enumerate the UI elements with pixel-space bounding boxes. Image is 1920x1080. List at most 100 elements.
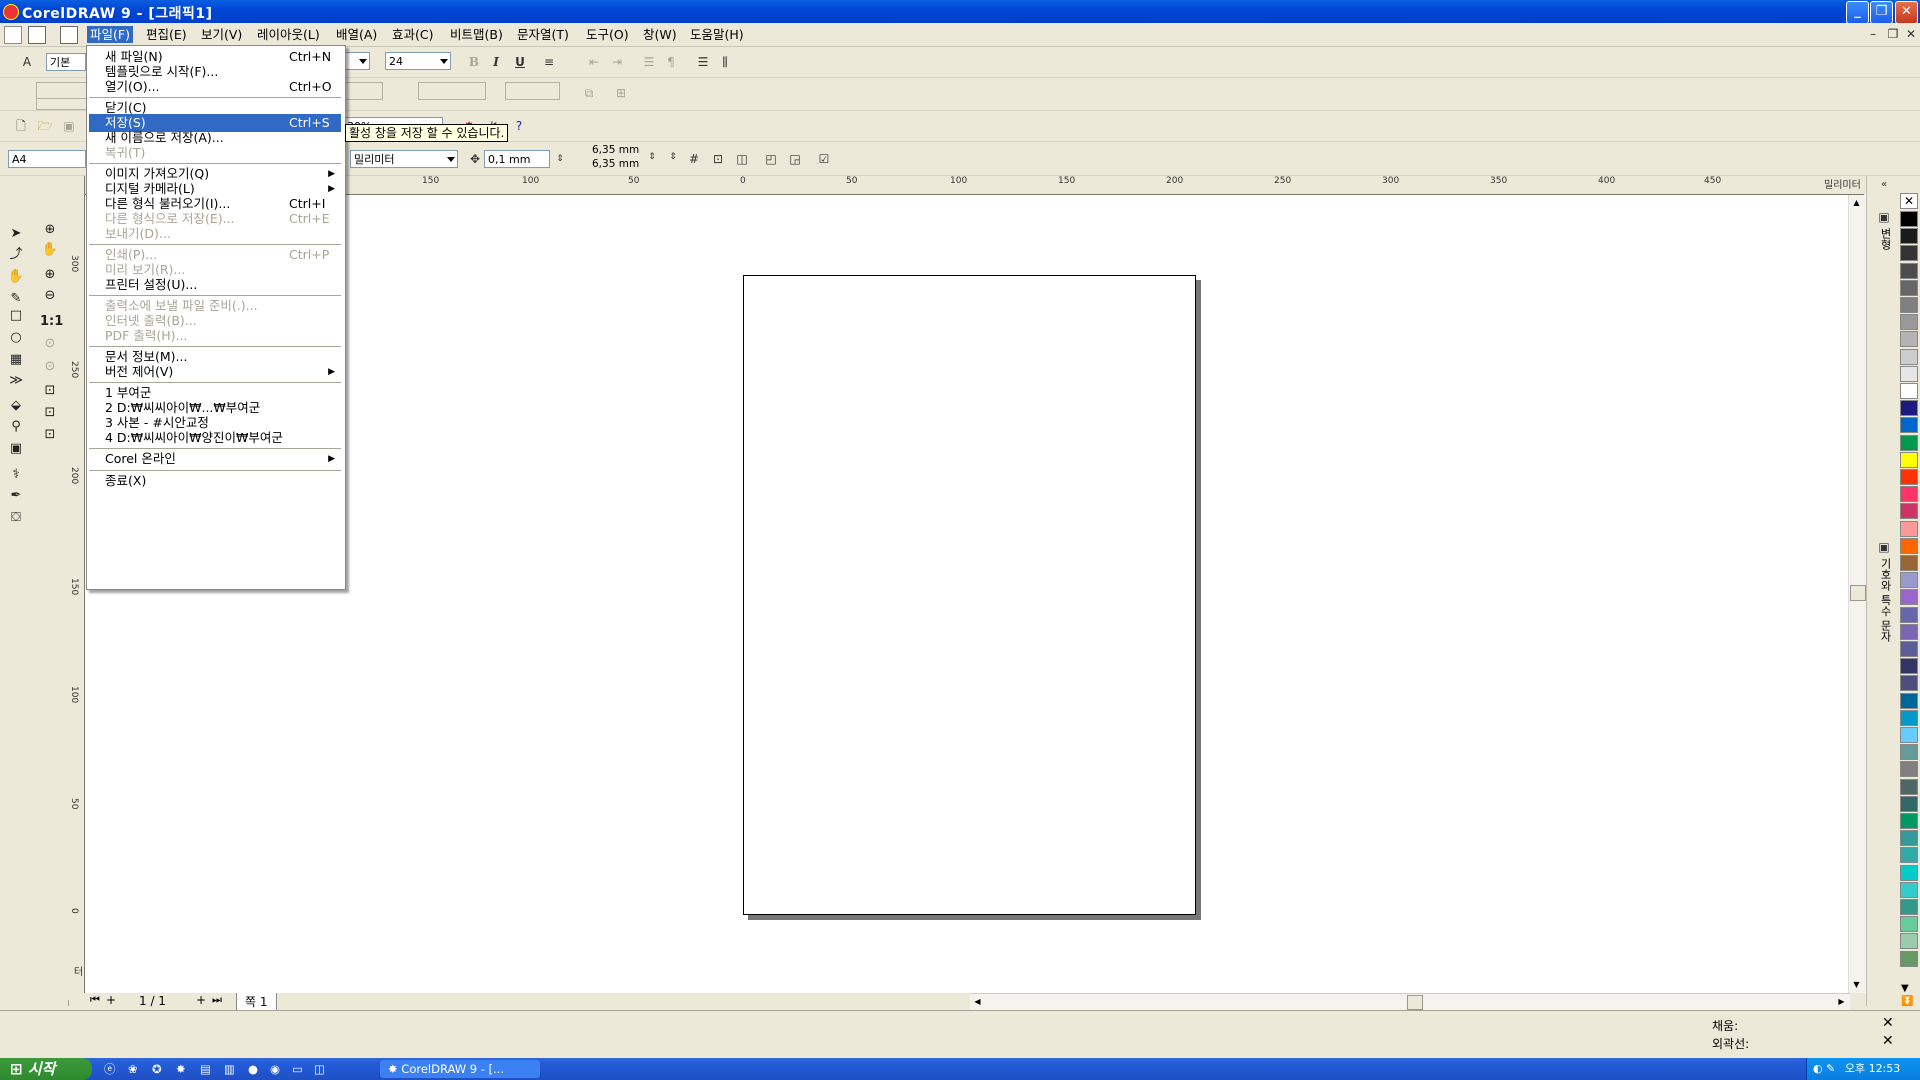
color-swatch[interactable] [1900,279,1918,296]
color-swatch[interactable] [1900,331,1918,348]
quicklaunch-note-icon[interactable]: ▥ [224,1060,235,1078]
skew-h-field[interactable] [418,82,486,100]
color-swatch[interactable] [1900,881,1918,898]
vertical-text-icon[interactable]: ⫼ [716,53,734,71]
zoom-width-icon[interactable]: ⊡ [40,403,60,423]
underline-button[interactable]: U [511,53,529,71]
document-icon[interactable] [4,26,22,44]
color-swatch[interactable] [1900,520,1918,537]
docker-tab-symbols[interactable]: 기호와 특수 문자 [1877,558,1893,642]
toolbar-mini-icon-2[interactable] [60,26,78,44]
color-swatch[interactable] [1900,864,1918,881]
polygon-tool-icon[interactable]: ▦ [6,350,26,370]
color-swatch[interactable] [1900,795,1918,812]
color-swatch[interactable] [1900,899,1918,915]
horizontal-scroll-thumb[interactable] [1407,995,1423,1010]
color-swatch[interactable] [1900,727,1918,743]
add-page-before-button[interactable]: + [106,993,116,1007]
shape-tool-icon[interactable]: ⤴ [6,245,26,265]
menu-bitmaps[interactable]: 비트맵(B) [447,26,506,43]
zoom-height-icon[interactable]: ⊡ [40,425,60,445]
snap-guidelines-icon[interactable]: ⊡ [709,150,727,168]
paragraph-icon[interactable]: ¶ [662,53,680,71]
menu-send-to[interactable]: 보내기(D)... [89,225,341,243]
vertical-ruler[interactable]: 300 250 200 150 100 50 0 밀리미터 [68,176,97,1000]
menu-help[interactable]: 도움말(H) [687,26,747,43]
color-swatch[interactable] [1900,623,1918,640]
color-swatch[interactable] [1900,503,1918,520]
treat-as-filled-icon[interactable]: ◰ [762,150,780,168]
nudge-offset-field[interactable]: 0,1 mm [484,150,550,168]
color-swatch[interactable] [1900,692,1918,709]
color-swatch[interactable] [1900,641,1918,657]
duplicate-spin-icon-2[interactable]: ⇕ [664,148,682,166]
context-help-icon[interactable]: ? [510,117,528,135]
color-swatch[interactable] [1900,830,1918,847]
close-button[interactable]: ✕ [1895,1,1918,24]
add-page-after-button[interactable]: + [196,993,206,1007]
quicklaunch-media-icon[interactable]: ◉ [270,1060,280,1078]
menu-version-control[interactable]: 버전 제어(V) ▶ [89,363,341,381]
horizontal-ruler[interactable]: 150 100 50 0 50 100 150 200 250 300 350 … [84,176,1864,195]
color-swatch[interactable] [1900,555,1918,571]
color-swatch[interactable] [1900,658,1918,675]
draw-outlines-icon[interactable]: ◲ [786,150,804,168]
interactive-tool-icon[interactable]: ⚲ [6,417,26,437]
menu-open[interactable]: 열기(O)... Ctrl+O [89,78,341,96]
menu-window[interactable]: 창(W) [640,26,680,43]
toolbar-mini-icon[interactable] [28,26,46,44]
color-swatch[interactable] [1900,211,1918,227]
doc-restore-button[interactable]: ❐ [1884,25,1902,43]
skew-v-field[interactable] [505,82,560,100]
menu-recent-4[interactable]: 4 D:₩씨씨아이₩양진이₩부여군 [89,429,341,447]
open-folder-icon[interactable]: 🗁 [36,117,54,135]
page-size-dropdown[interactable]: A4 [8,150,86,168]
restore-button[interactable]: ❐ [1870,1,1893,24]
font-name-field[interactable]: 기본 [46,53,86,71]
quicklaunch-ie-icon[interactable]: ⓔ [104,1060,116,1078]
align-dropdown-icon[interactable]: ≡ [540,53,558,71]
rectangle-tool-icon[interactable]: □ [6,306,26,326]
color-swatch[interactable] [1900,365,1918,382]
color-swatch[interactable] [1900,778,1918,795]
ungroup-icon[interactable]: ⊞ [612,84,630,102]
color-swatch[interactable] [1900,486,1918,503]
scroll-down-arrow[interactable]: ▼ [1849,977,1864,992]
quicklaunch-doc-icon[interactable]: ▤ [200,1060,211,1078]
spiral-tool-icon[interactable]: ≫ [6,371,26,391]
italic-button[interactable]: I [487,53,505,71]
color-swatch[interactable] [1900,262,1918,279]
zoom-in-icon[interactable]: ⊕ [40,265,60,285]
color-swatch[interactable] [1900,400,1918,417]
quicklaunch-folder-icon[interactable]: ▭ [292,1060,303,1078]
nudge-spin-icon[interactable]: ⇕ [551,150,569,168]
horizontal-scrollbar[interactable]: ◀ ▶ [970,993,1850,1010]
drawing-page[interactable] [743,275,1196,915]
color-swatch[interactable] [1900,916,1918,933]
palette-scroll-end[interactable]: ⏬ [1901,996,1913,1007]
color-swatch[interactable] [1900,675,1918,692]
menu-edit[interactable]: 편집(E) [143,26,190,43]
color-swatch[interactable] [1900,933,1918,950]
quicklaunch-explorer-icon[interactable]: ❀ [128,1060,138,1078]
doc-minimize-button[interactable]: – [1864,25,1882,43]
units-dropdown[interactable]: 밀리미터 [350,150,458,168]
scroll-up-arrow[interactable]: ▲ [1849,195,1864,210]
menu-revert[interactable]: 복귀(T) [89,144,341,162]
transform-docker-icon[interactable]: ▣ [1875,208,1893,226]
doc-close-button[interactable]: ✕ [1902,25,1920,43]
fill-tool-icon[interactable]: ⬙ [6,396,26,416]
start-button[interactable]: ⊞ 시작 [0,1058,92,1080]
color-swatch[interactable] [1900,537,1918,554]
color-swatch[interactable] [1900,297,1918,313]
tray-icon-2[interactable]: ✎ [1826,1062,1835,1075]
last-page-button[interactable]: ⏭ [212,993,222,1007]
color-swatch[interactable] [1900,314,1918,331]
menu-effects[interactable]: 효과(C) [389,26,436,43]
outline-tool-icon[interactable]: ✒ [6,486,26,506]
scroll-left-arrow[interactable]: ◀ [970,994,985,1009]
options-icon[interactable]: ☑ [815,150,833,168]
angle-field[interactable] [343,82,383,100]
zoom-page-icon[interactable]: ⊡ [40,381,60,401]
group-icon[interactable]: ⧉ [580,84,598,102]
